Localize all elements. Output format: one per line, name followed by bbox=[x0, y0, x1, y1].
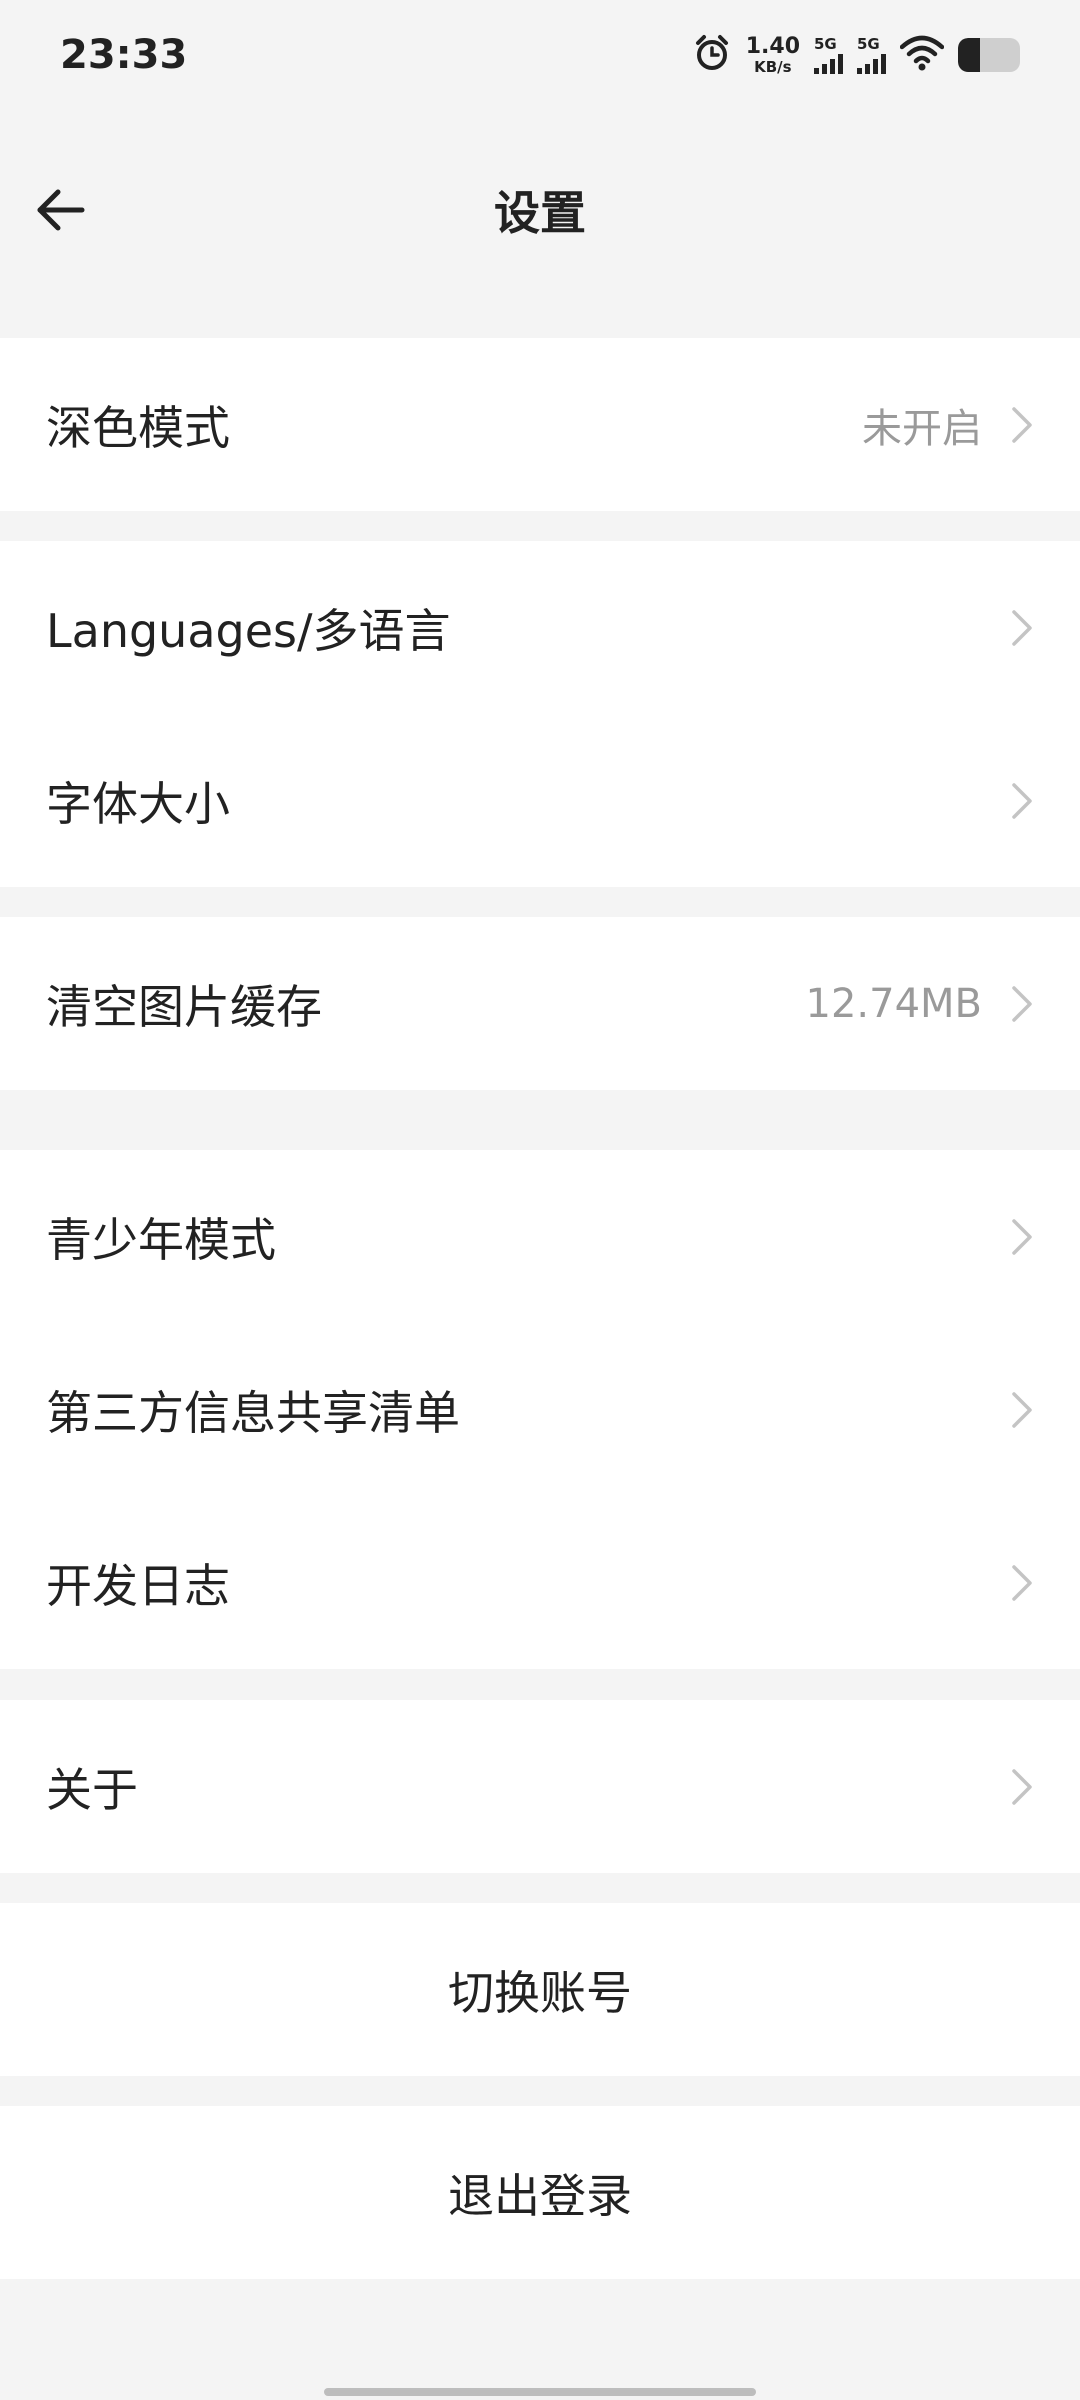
chevron-right-icon bbox=[1010, 608, 1034, 648]
settings-group-misc: 青少年模式 第三方信息共享清单 开发日志 bbox=[0, 1150, 1080, 1669]
settings-group-language: Languages/多语言 字体大小 bbox=[0, 541, 1080, 887]
network-speed-unit: KB/s bbox=[754, 57, 792, 76]
switch-account-button[interactable]: 切换账号 bbox=[0, 1903, 1080, 2076]
settings-group-display: 深色模式 未开启 bbox=[0, 338, 1080, 511]
home-indicator[interactable] bbox=[324, 2388, 756, 2396]
font-size-label: 字体大小 bbox=[46, 776, 230, 831]
status-icons: 1.40 KB/s 5G 5G bbox=[692, 33, 1020, 77]
signal-sim1: 5G bbox=[814, 34, 843, 74]
chevron-right-icon bbox=[1010, 1390, 1034, 1430]
clear-cache-label: 清空图片缓存 bbox=[46, 979, 322, 1034]
chevron-right-icon bbox=[1010, 405, 1034, 445]
logout-group: 退出登录 bbox=[0, 2106, 1080, 2279]
about-label: 关于 bbox=[46, 1762, 138, 1817]
dev-log-row[interactable]: 开发日志 bbox=[0, 1496, 1080, 1669]
signal-bars-icon bbox=[814, 53, 843, 74]
signal-bars-icon bbox=[857, 53, 886, 74]
page-title: 设置 bbox=[494, 186, 586, 240]
signal-sim2: 5G bbox=[857, 34, 886, 74]
chevron-right-icon bbox=[1010, 1767, 1034, 1807]
wifi-icon bbox=[899, 35, 945, 75]
languages-label: Languages/多语言 bbox=[46, 603, 451, 658]
signal-sim1-label: 5G bbox=[814, 34, 837, 53]
back-button[interactable] bbox=[28, 178, 92, 242]
teen-mode-label: 青少年模式 bbox=[46, 1212, 276, 1267]
signal-sim2-label: 5G bbox=[857, 34, 880, 53]
battery-icon bbox=[958, 38, 1020, 72]
dark-mode-label: 深色模式 bbox=[46, 400, 230, 455]
settings-group-about: 关于 bbox=[0, 1700, 1080, 1873]
chevron-right-icon bbox=[1010, 781, 1034, 821]
switch-account-label: 切换账号 bbox=[448, 1965, 632, 2020]
languages-row[interactable]: Languages/多语言 bbox=[0, 541, 1080, 714]
cache-size-value: 12.74MB bbox=[805, 980, 982, 1027]
third-party-sharing-row[interactable]: 第三方信息共享清单 bbox=[0, 1323, 1080, 1496]
arrow-left-icon bbox=[37, 189, 85, 231]
dev-log-label: 开发日志 bbox=[46, 1558, 230, 1613]
app-bar: 设置 bbox=[0, 140, 1080, 280]
logout-button[interactable]: 退出登录 bbox=[0, 2106, 1080, 2279]
battery-level bbox=[958, 38, 980, 72]
network-speed: 1.40 KB/s bbox=[745, 33, 800, 76]
chevron-right-icon bbox=[1010, 1563, 1034, 1603]
status-time: 23:33 bbox=[60, 32, 188, 78]
third-party-sharing-label: 第三方信息共享清单 bbox=[46, 1385, 460, 1440]
font-size-row[interactable]: 字体大小 bbox=[0, 714, 1080, 887]
clear-cache-row[interactable]: 清空图片缓存 12.74MB bbox=[0, 917, 1080, 1090]
logout-label: 退出登录 bbox=[448, 2168, 632, 2223]
dark-mode-value: 未开启 bbox=[862, 405, 982, 452]
chevron-right-icon bbox=[1010, 1217, 1034, 1257]
status-bar: 23:33 1.40 KB/s 5G 5G bbox=[0, 0, 1080, 110]
dark-mode-row[interactable]: 深色模式 未开启 bbox=[0, 338, 1080, 511]
chevron-right-icon bbox=[1010, 984, 1034, 1024]
network-speed-value: 1.40 bbox=[745, 33, 800, 59]
switch-account-group: 切换账号 bbox=[0, 1903, 1080, 2076]
settings-group-cache: 清空图片缓存 12.74MB bbox=[0, 917, 1080, 1090]
about-row[interactable]: 关于 bbox=[0, 1700, 1080, 1873]
teen-mode-row[interactable]: 青少年模式 bbox=[0, 1150, 1080, 1323]
alarm-icon bbox=[692, 33, 732, 77]
